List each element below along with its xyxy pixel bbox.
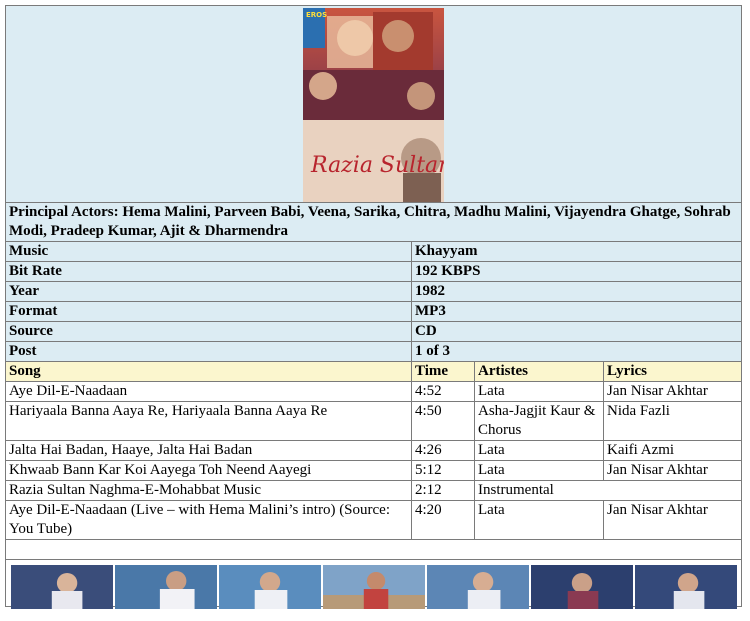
info-label: Year [5,281,412,302]
song-time: 4:20 [411,500,475,540]
info-label: Music [5,241,412,262]
song-lyrics: Jan Nisar Akhtar [603,381,742,402]
song-time: 4:26 [411,440,475,461]
song-row: Aye Dil-E-Naadaan (Live – with Hema Mali… [5,500,742,540]
song-row: Jalta Hai Badan, Haaye, Jalta Hai Badan … [5,440,742,461]
song-title: Razia Sultan Naghma-E-Mohabbat Music [5,480,412,501]
studio-logo: EROS [306,11,327,19]
songs-header-row: Song Time Artistes Lyrics [5,361,742,382]
col-header-artistes: Artistes [474,361,604,382]
song-title: Aye Dil-E-Naadaan (Live – with Hema Mali… [5,500,412,540]
info-row-format: Format MP3 [5,301,742,322]
info-row-post: Post 1 of 3 [5,341,742,362]
song-artistes: Asha-Jagjit Kaur & Chorus [474,401,604,441]
spacer-row [5,539,742,560]
film-still-image [531,565,633,609]
film-still-image [323,565,425,609]
film-still-image [11,565,113,609]
album-info-table: Razia Sultan EROS Principal Actors: Hema… [5,5,742,609]
col-header-lyrics: Lyrics [603,361,742,382]
info-value: 192 KBPS [411,261,742,282]
song-artistes: Lata [474,440,604,461]
info-value: MP3 [411,301,742,322]
poster-title-art: Razia Sultan [310,153,444,178]
col-header-song: Song [5,361,412,382]
info-value: CD [411,321,742,342]
song-time: 5:12 [411,460,475,481]
song-lyrics: Jan Nisar Akhtar [603,500,742,540]
principal-actors-row: Principal Actors: Hema Malini, Parveen B… [5,202,742,242]
song-lyrics: Kaifi Azmi [603,440,742,461]
movie-poster-image: Razia Sultan EROS [303,8,444,202]
screenshot-strip-cell [5,559,742,609]
info-label: Format [5,301,412,322]
poster-cell: Razia Sultan EROS [5,5,742,203]
actors-label: Principal Actors: [9,204,119,220]
song-artistes: Lata [474,381,604,402]
song-time: 4:52 [411,381,475,402]
info-label: Bit Rate [5,261,412,282]
song-title: Aye Dil-E-Naadaan [5,381,412,402]
col-header-time: Time [411,361,475,382]
song-title: Jalta Hai Badan, Haaye, Jalta Hai Badan [5,440,412,461]
info-row-music: Music Khayyam [5,241,742,262]
song-lyrics: Jan Nisar Akhtar [603,460,742,481]
song-row: Hariyaala Banna Aaya Re, Hariyaala Banna… [5,401,742,441]
info-row-source: Source CD [5,321,742,342]
song-time: 4:50 [411,401,475,441]
info-label: Source [5,321,412,342]
film-still-image [635,565,737,609]
info-value: 1982 [411,281,742,302]
song-title: Khwaab Bann Kar Koi Aayega Toh Neend Aay… [5,460,412,481]
film-still-image [427,565,529,609]
info-value: Khayyam [411,241,742,262]
song-artistes: Lata [474,500,604,540]
screenshot-strip [11,565,737,609]
song-lyrics: Nida Fazli [603,401,742,441]
album-info-card: Razia Sultan EROS Principal Actors: Hema… [5,5,742,609]
song-row: Khwaab Bann Kar Koi Aayega Toh Neend Aay… [5,460,742,481]
film-still-image [219,565,321,609]
song-artistes: Instrumental [474,480,742,501]
info-label: Post [5,341,412,362]
song-artistes: Lata [474,460,604,481]
info-row-year: Year 1982 [5,281,742,302]
info-row-bitrate: Bit Rate 192 KBPS [5,261,742,282]
song-row: Aye Dil-E-Naadaan 4:52 Lata Jan Nisar Ak… [5,381,742,402]
song-title: Hariyaala Banna Aaya Re, Hariyaala Banna… [5,401,412,441]
film-still-image [115,565,217,609]
info-value: 1 of 3 [411,341,742,362]
song-row: Razia Sultan Naghma-E-Mohabbat Music 2:1… [5,480,742,501]
song-time: 2:12 [411,480,475,501]
